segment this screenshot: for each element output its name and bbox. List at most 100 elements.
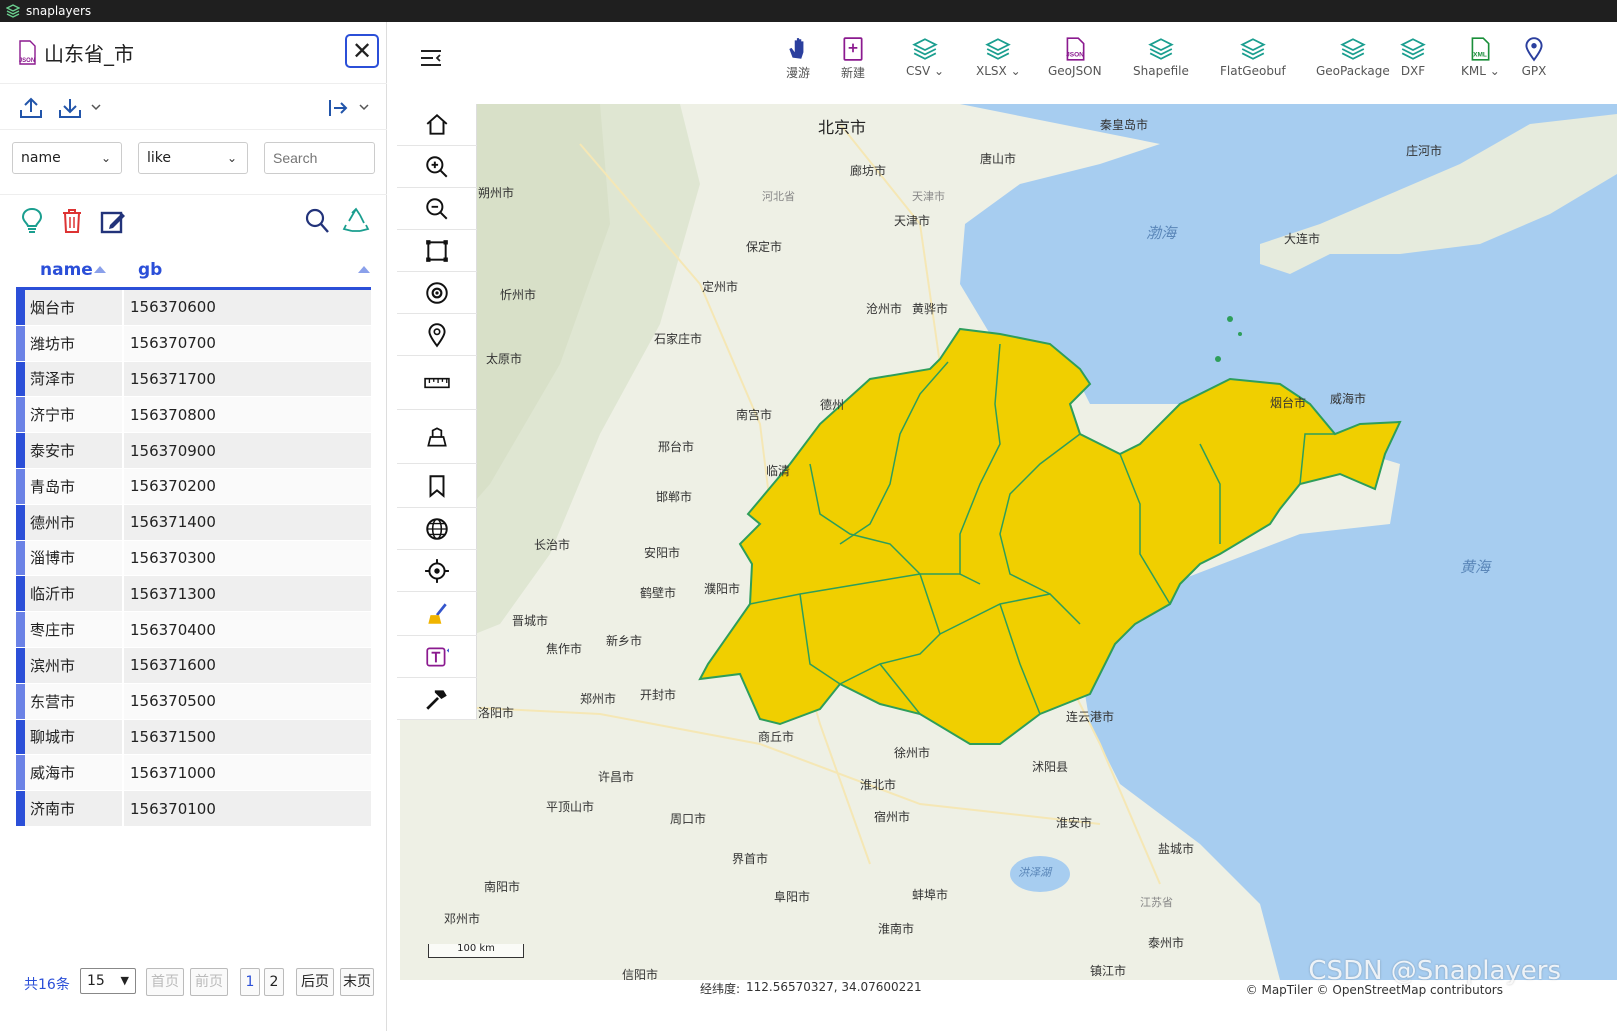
table-row[interactable]: 滨州市 156371600 — [16, 647, 371, 684]
map-label: 淮北市 — [860, 778, 897, 792]
table-row[interactable]: 东营市 156370500 — [16, 683, 371, 720]
toolbar-shapefile-button[interactable]: Shapefile — [1133, 36, 1189, 78]
map-tool-marker-button[interactable] — [397, 314, 477, 356]
page-1-button[interactable]: 1 — [240, 968, 260, 996]
table-row[interactable]: 济南市 156370100 — [16, 791, 371, 827]
cell-name: 枣庄市 — [30, 621, 76, 640]
feature-actions-bar — [0, 194, 387, 246]
toolbar-gpx-button[interactable]: GPX — [1521, 36, 1547, 78]
map-tool-target-button[interactable] — [397, 272, 477, 314]
map-tool-bookmark-button[interactable] — [397, 464, 477, 508]
row-indicator — [16, 290, 25, 325]
table-row[interactable]: 青岛市 156370200 — [16, 468, 371, 505]
page-size-value: 15 — [87, 973, 105, 989]
edit-icon[interactable] — [100, 209, 126, 235]
basemap — [400, 104, 1617, 980]
upload-icon[interactable] — [18, 96, 44, 120]
table-row[interactable]: 济宁市 156370800 — [16, 397, 371, 434]
column-header-gb[interactable]: gb — [138, 260, 162, 280]
download-menu-chevron-icon[interactable] — [90, 102, 102, 112]
sort-asc-icon[interactable] — [94, 266, 106, 273]
map-tool-zoom-out-button[interactable] — [397, 188, 477, 230]
field-select[interactable]: name ⌄ — [12, 142, 122, 174]
page-2-button[interactable]: 2 — [264, 968, 284, 996]
table-row[interactable]: 烟台市 156370600 — [16, 290, 371, 326]
map-label: 天津市 — [912, 190, 945, 203]
map-tool-globe-button[interactable] — [397, 508, 477, 550]
map-tool-zoom-in-button[interactable] — [397, 146, 477, 188]
map-label: 洛阳市 — [478, 706, 515, 720]
layers-icon — [912, 38, 938, 60]
table-row[interactable]: 临沂市 156371300 — [16, 576, 371, 613]
column-divider — [122, 791, 124, 826]
delete-icon[interactable] — [60, 207, 84, 235]
table-row[interactable]: 德州市 156371400 — [16, 504, 371, 541]
map-tool-extent-button[interactable] — [397, 230, 477, 272]
map-label: 长治市 — [534, 538, 571, 552]
page-size-select[interactable]: 15 ▼ — [80, 968, 136, 994]
map-tool-locate-button[interactable] — [397, 550, 477, 592]
table-row[interactable]: 泰安市 156370900 — [16, 433, 371, 469]
panel-toolbar — [0, 84, 387, 130]
next-page-button[interactable]: 后页 — [296, 968, 334, 996]
toolbar-geojson-button[interactable]: JSON GeoJSON — [1048, 36, 1102, 78]
map-tool-clear-button[interactable] — [397, 592, 477, 636]
toolbar-csv-button[interactable]: CSV ⌄ — [906, 36, 944, 78]
map-label: 定州市 — [702, 280, 739, 294]
map-tool-hammer-button[interactable] — [397, 678, 477, 720]
map-label: 沧州市 — [866, 302, 903, 316]
prev-page-button[interactable]: 前页 — [190, 968, 228, 996]
operator-select[interactable]: like ⌄ — [138, 142, 248, 174]
column-divider — [122, 719, 124, 755]
map-label: 天津市 — [894, 214, 931, 228]
map-tool-measure-button[interactable] — [397, 356, 477, 410]
map-tool-text-button[interactable] — [397, 636, 477, 678]
search-input[interactable] — [264, 142, 375, 174]
toolbar-xlsx-button[interactable]: XLSX ⌄ — [976, 36, 1021, 78]
collapse-menu-icon[interactable] — [420, 48, 442, 68]
column-header-name[interactable]: name — [40, 260, 93, 280]
cell-name: 潍坊市 — [30, 334, 76, 353]
toolbar-新建-button[interactable]: 新建 — [840, 36, 866, 81]
search-icon[interactable] — [304, 207, 330, 235]
table-row[interactable]: 威海市 156371000 — [16, 755, 371, 792]
close-panel-button[interactable]: ✕ — [345, 34, 379, 68]
recycle-icon[interactable] — [342, 207, 370, 235]
close-icon: ✕ — [351, 37, 373, 65]
map-tool-basemap-button[interactable] — [397, 410, 477, 464]
map-label: 濮阳市 — [704, 582, 741, 596]
table-row[interactable]: 淄博市 156370300 — [16, 540, 371, 577]
last-page-button[interactable]: 末页 — [340, 968, 374, 996]
map-tool-home-button[interactable] — [397, 104, 477, 146]
map-canvas[interactable]: 北京市 秦皇岛市 唐山市 廊坊市 天津市 河北省 天津市 保定市 定州市 沧州市… — [400, 104, 1617, 980]
map-label: 忻州市 — [500, 288, 537, 302]
column-divider — [122, 504, 124, 540]
export-icon[interactable] — [326, 96, 350, 120]
map-label: 南阳市 — [484, 880, 521, 894]
main-toolbar: 漫游 新建 CSV ⌄ XLSX ⌄ JSON GeoJSON Shapefile FlatG… — [388, 22, 1617, 100]
lightbulb-icon[interactable] — [20, 207, 44, 235]
table-row[interactable]: 枣庄市 156370400 — [16, 612, 371, 648]
map-label: 界首市 — [732, 852, 769, 866]
map-label: 朔州市 — [478, 186, 515, 200]
map-label: 商丘市 — [758, 730, 795, 744]
marker-icon — [428, 322, 446, 347]
table-row[interactable]: 聊城市 156371500 — [16, 719, 371, 756]
toolbar-geopackage-button[interactable]: GeoPackage — [1316, 36, 1390, 78]
row-indicator — [16, 755, 25, 791]
map-label: 邓州市 — [444, 912, 481, 926]
map-label: 许昌市 — [598, 770, 635, 784]
table-row[interactable]: 菏泽市 156371700 — [16, 361, 371, 398]
first-page-button[interactable]: 首页 — [146, 968, 184, 996]
map-label: 蚌埠市 — [912, 888, 949, 902]
download-icon[interactable] — [57, 96, 83, 120]
toolbar-dxf-button[interactable]: DXF — [1400, 36, 1426, 78]
sort-asc-icon[interactable] — [358, 266, 370, 273]
map-label: 信阳市 — [622, 968, 659, 980]
table-row[interactable]: 潍坊市 156370700 — [16, 325, 371, 362]
export-menu-chevron-icon[interactable] — [358, 102, 370, 112]
toolbar-flatgeobuf-button[interactable]: FlatGeobuf — [1220, 36, 1286, 78]
map-label: 平顶山市 — [546, 800, 595, 814]
toolbar-漫游-button[interactable]: 漫游 — [785, 36, 811, 81]
toolbar-kml-button[interactable]: XML KML ⌄ — [1461, 36, 1500, 78]
